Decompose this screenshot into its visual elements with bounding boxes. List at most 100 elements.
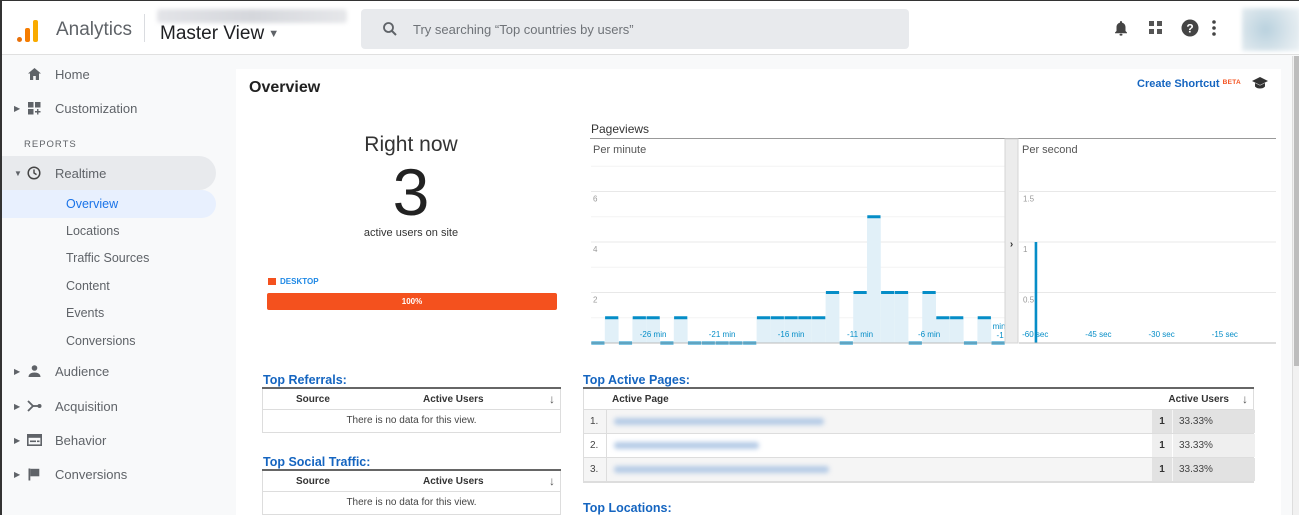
desktop-label: DESKTOP [280, 277, 319, 286]
sidebar-subitem-overview[interactable]: Overview [2, 190, 216, 218]
bell-icon[interactable] [1107, 14, 1135, 42]
right-now-widget: Right now 3 active users on site [266, 133, 556, 239]
bar-top [646, 316, 660, 320]
bar-top [922, 291, 936, 294]
row-users: 1 [1152, 434, 1172, 457]
search-input[interactable] [413, 9, 893, 49]
person-icon [26, 363, 42, 379]
sidebar-item-acquisition[interactable]: ▶ Acquisition [2, 389, 216, 423]
sidebar-item-customization[interactable]: ▶ Customization [2, 91, 216, 125]
sidebar-item-behavior[interactable]: ▶ Behavior [2, 423, 216, 457]
sidebar-subitem-locations[interactable]: Locations [2, 217, 216, 245]
sidebar-item-label: Realtime [55, 165, 107, 181]
row-percent: 33.33% [1173, 458, 1255, 481]
caret-down-icon: ▼ [268, 27, 280, 40]
column-active-users[interactable]: Active Users [423, 476, 484, 487]
sidebar-item-audience[interactable]: ▶ Audience [2, 354, 216, 388]
page-path-redacted[interactable] [614, 442, 759, 449]
bar-fill [811, 317, 826, 343]
expand-arrow-icon: ▶ [14, 469, 21, 479]
row-percent: 33.33% [1173, 410, 1255, 433]
x-tick-label: -16 min [778, 330, 805, 339]
subitem-label: Conversions [66, 334, 136, 348]
bar-top [605, 316, 619, 320]
bar-fill [894, 292, 909, 343]
scrollbar-thumb[interactable] [1294, 56, 1299, 366]
page-path-redacted[interactable] [614, 418, 824, 425]
x-tick-label: -60 sec [1022, 330, 1048, 339]
bar [1034, 242, 1038, 343]
y-tick-label: 6 [593, 195, 598, 204]
y-tick-label: 4 [593, 245, 598, 254]
bar-top [812, 316, 826, 320]
create-shortcut-link[interactable]: Create Shortcut BETA [1137, 78, 1241, 90]
account-breadcrumb-redacted[interactable] [157, 9, 347, 23]
bar-fill [756, 317, 771, 343]
beta-badge: BETA [1222, 79, 1241, 86]
sidebar-subitem-events[interactable]: Events [2, 299, 216, 327]
x-tick-label: -30 sec [1148, 330, 1174, 339]
search-icon [383, 22, 397, 36]
main-panel: Overview Create Shortcut BETA Right now 3… [236, 69, 1281, 515]
bar-top [825, 291, 840, 294]
sidebar-subitem-content[interactable]: Content [2, 272, 216, 300]
subitem-label: Events [66, 306, 105, 320]
bar-top [977, 316, 991, 320]
y-tick-label: 2 [593, 296, 598, 305]
sort-desc-icon[interactable]: ↓ [549, 392, 555, 406]
page-scrollbar[interactable] [1292, 56, 1299, 515]
per-second-label: Per second [1022, 144, 1078, 156]
bar-top [881, 291, 895, 294]
row-index: 2. [590, 440, 599, 451]
table-row[interactable]: 3. 1 33.33% [584, 458, 1255, 482]
desktop-swatch [268, 278, 276, 285]
table-row[interactable]: 1. 1 33.33% [584, 410, 1255, 434]
view-selector[interactable]: Master View ▼ [160, 23, 279, 45]
column-active-users[interactable]: Active Users [423, 394, 484, 405]
account-avatar[interactable] [1242, 8, 1299, 51]
sidebar-item-label: Home [55, 66, 90, 82]
device-legend: DESKTOP [268, 277, 319, 286]
sidebar-item-label: Acquisition [55, 398, 118, 414]
sidebar-item-home[interactable]: Home [2, 57, 216, 91]
sidebar-item-label: Behavior [55, 432, 107, 448]
column-active-page[interactable]: Active Page [612, 394, 669, 405]
sort-desc-icon[interactable]: ↓ [549, 474, 555, 488]
row-index: 1. [590, 416, 599, 427]
right-now-title: Right now [364, 133, 458, 156]
column-source[interactable]: Source [296, 394, 330, 405]
analytics-logo-icon[interactable] [16, 18, 40, 42]
bar-fill [604, 317, 619, 343]
create-shortcut-label: Create Shortcut [1137, 78, 1220, 90]
help-icon[interactable]: ? [1176, 14, 1204, 42]
table-row[interactable]: 2. 1 33.33% [584, 434, 1255, 458]
sort-desc-icon[interactable]: ↓ [1242, 392, 1248, 406]
apps-grid-icon[interactable] [1142, 14, 1170, 42]
page-path-redacted[interactable] [614, 466, 829, 473]
sidebar-item-conversions[interactable]: ▶ Conversions [2, 457, 216, 491]
column-source[interactable]: Source [296, 476, 330, 487]
graduation-cap-icon[interactable] [1251, 76, 1269, 90]
x-tick-label: -11 min [847, 330, 873, 339]
row-index: 3. [590, 464, 599, 475]
home-icon [26, 66, 42, 82]
search-box[interactable] [361, 9, 909, 49]
column-active-users[interactable]: Active Users [1168, 394, 1229, 405]
app-name[interactable]: Analytics [56, 19, 132, 41]
bar-top [756, 316, 771, 320]
more-vert-icon[interactable] [1207, 14, 1221, 42]
sidebar-subitem-traffic-sources[interactable]: Traffic Sources [2, 244, 216, 272]
table-header: Source Active Users ↓ [263, 389, 560, 410]
view-name: Master View [160, 23, 265, 44]
x-tick-label: min [993, 322, 1006, 331]
bar-fill [949, 317, 964, 343]
x-tick-label: -21 min [709, 330, 736, 339]
device-share-bar: 100% [267, 293, 557, 310]
per-minute-label: Per minute [593, 144, 646, 156]
sidebar-item-realtime[interactable]: ▼ Realtime [2, 156, 216, 190]
sidebar-item-label: Conversions [55, 466, 128, 482]
expand-arrow-icon: ▶ [14, 435, 21, 445]
sidebar-subitem-conversions[interactable]: Conversions [2, 327, 216, 355]
top-referrals-title: Top Referrals: [263, 373, 347, 387]
row-users: 1 [1152, 410, 1172, 433]
